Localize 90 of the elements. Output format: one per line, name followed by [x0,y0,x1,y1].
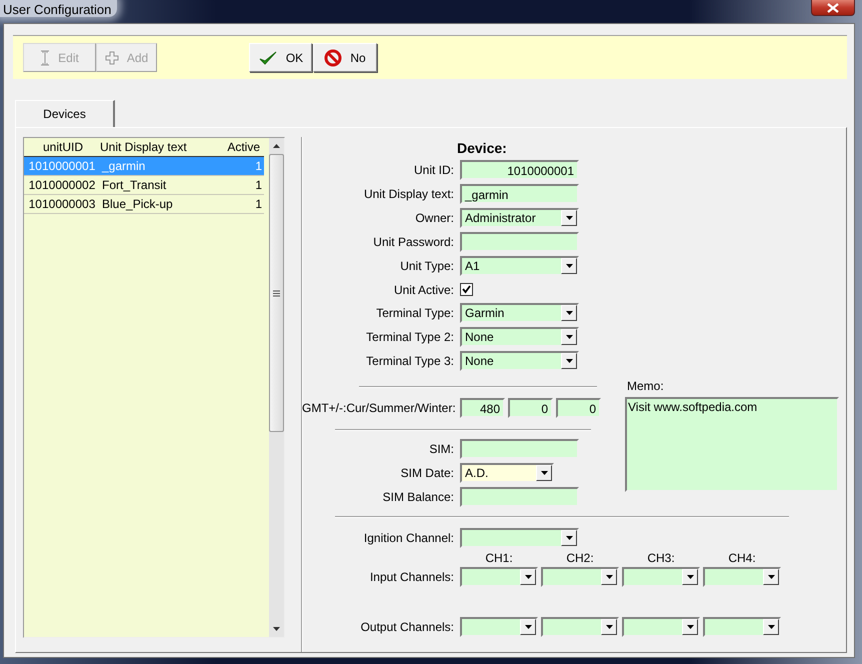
text-cursor-icon [40,50,50,66]
input-field[interactable] [460,232,579,252]
table-cell-text: 1010000002 [28,178,96,192]
caret-icon [566,536,572,540]
input-field[interactable] [460,439,579,459]
field-label: Terminal Type 2: [365,330,454,344]
close-icon [827,2,839,12]
check-icon [258,50,278,66]
input-field[interactable]: 0 [508,398,553,418]
checkbox[interactable] [460,283,473,296]
dropdown-field[interactable]: Garmin [460,303,579,323]
dropdown-field[interactable] [703,617,781,637]
scrollbar[interactable] [269,138,284,637]
column-label: CH2: [565,551,595,565]
dropdown-field[interactable]: None [460,327,579,347]
field-label: SIM Balance: [382,490,454,504]
dropdown-field[interactable] [703,567,781,587]
caret-icon [606,575,612,579]
caret-icon [768,575,774,579]
window-title: User Configuration [0,0,118,17]
table-cell-text: Fort_Transit [101,178,168,192]
table-cell-text: 1 [254,178,263,192]
input-field[interactable]: _garmin [460,184,579,204]
table-row[interactable]: 1010000002 Fort_Transit 1 [24,176,264,195]
table-cell-text: 1 [254,159,263,173]
caret-icon [566,311,572,315]
table-cell-text: 1010000001 [28,159,96,173]
dropdown-field[interactable] [460,617,538,637]
table-cell-text: 1 [254,197,263,211]
prohibited-icon [324,48,342,66]
scroll-thumb[interactable] [269,154,284,432]
dropdown-field[interactable]: None [460,351,579,371]
caret-icon [566,335,572,339]
checkmark-icon [462,285,471,294]
field-label: SIM Date: [400,466,454,480]
caret-icon [524,575,532,579]
dropdown-field[interactable] [460,567,538,587]
table-cell-text: Blue_Pick-up [101,197,174,211]
caret-icon [524,625,532,629]
caret-icon [566,216,572,220]
section-heading: Device: [457,140,507,156]
caret-icon [768,625,774,629]
field-label: SIM: [428,442,454,456]
caret-icon [540,471,548,475]
column-label: CH4: [727,551,757,565]
dropdown-field[interactable] [460,528,579,548]
dropdown-field[interactable] [541,617,619,637]
tab[interactable]: Devices [15,100,115,127]
ok-button[interactable]: OK [249,43,312,72]
grip-icon [273,290,280,296]
field-label: Ignition Channel: [362,531,454,545]
dropdown-field[interactable]: A1 [460,256,579,276]
input-field[interactable]: 1010000001 [460,160,579,180]
caret-icon [566,264,572,268]
column-header[interactable]: Unit Display text [96,140,226,154]
input-field[interactable] [460,487,579,507]
dropdown-field[interactable] [622,567,700,587]
dropdown-field[interactable]: Administrator [460,208,579,228]
dropdown-field[interactable]: A.D. [460,463,554,483]
column-header[interactable]: Active [226,140,262,154]
field-label: Unit Display text: [362,187,454,201]
no-button[interactable]: No [313,43,377,72]
dropdown-field[interactable] [622,617,700,637]
field-label: Unit Type: [399,259,454,273]
dropdown-field[interactable] [541,567,619,587]
field-label: GMT+/-:Cur/Summer/Winter: [302,401,454,415]
table-cell-text: 1010000003 [28,197,96,211]
field-label: Output Channels: [360,620,454,634]
input-field[interactable]: 480 [460,398,505,418]
memo-field[interactable]: Visit www.softpedia.com [625,397,839,492]
field-label: Unit ID: [412,163,454,177]
table-row[interactable]: 1010000003 Blue_Pick-up 1 [24,195,264,214]
caret-icon [606,625,612,629]
input-field[interactable]: 0 [556,398,601,418]
column-label: CH1: [484,551,514,565]
table-cell-text: _garmin [100,159,146,173]
field-label: Terminal Type: [375,306,454,320]
field-label: Unit Active: [392,282,454,296]
field-label: Owner: [414,211,454,225]
plus-icon [104,50,119,64]
column-header[interactable]: unitUID [24,140,96,154]
caret-icon [686,625,694,629]
caret-icon [686,575,694,579]
column-label: CH3: [646,551,676,565]
field-label: Terminal Type 3: [365,354,454,368]
close-button[interactable] [811,0,855,16]
caret-icon [566,359,572,363]
field-label: Unit Password: [372,235,454,249]
field-label: Memo: [627,379,665,395]
field-label: Input Channels: [368,570,454,584]
